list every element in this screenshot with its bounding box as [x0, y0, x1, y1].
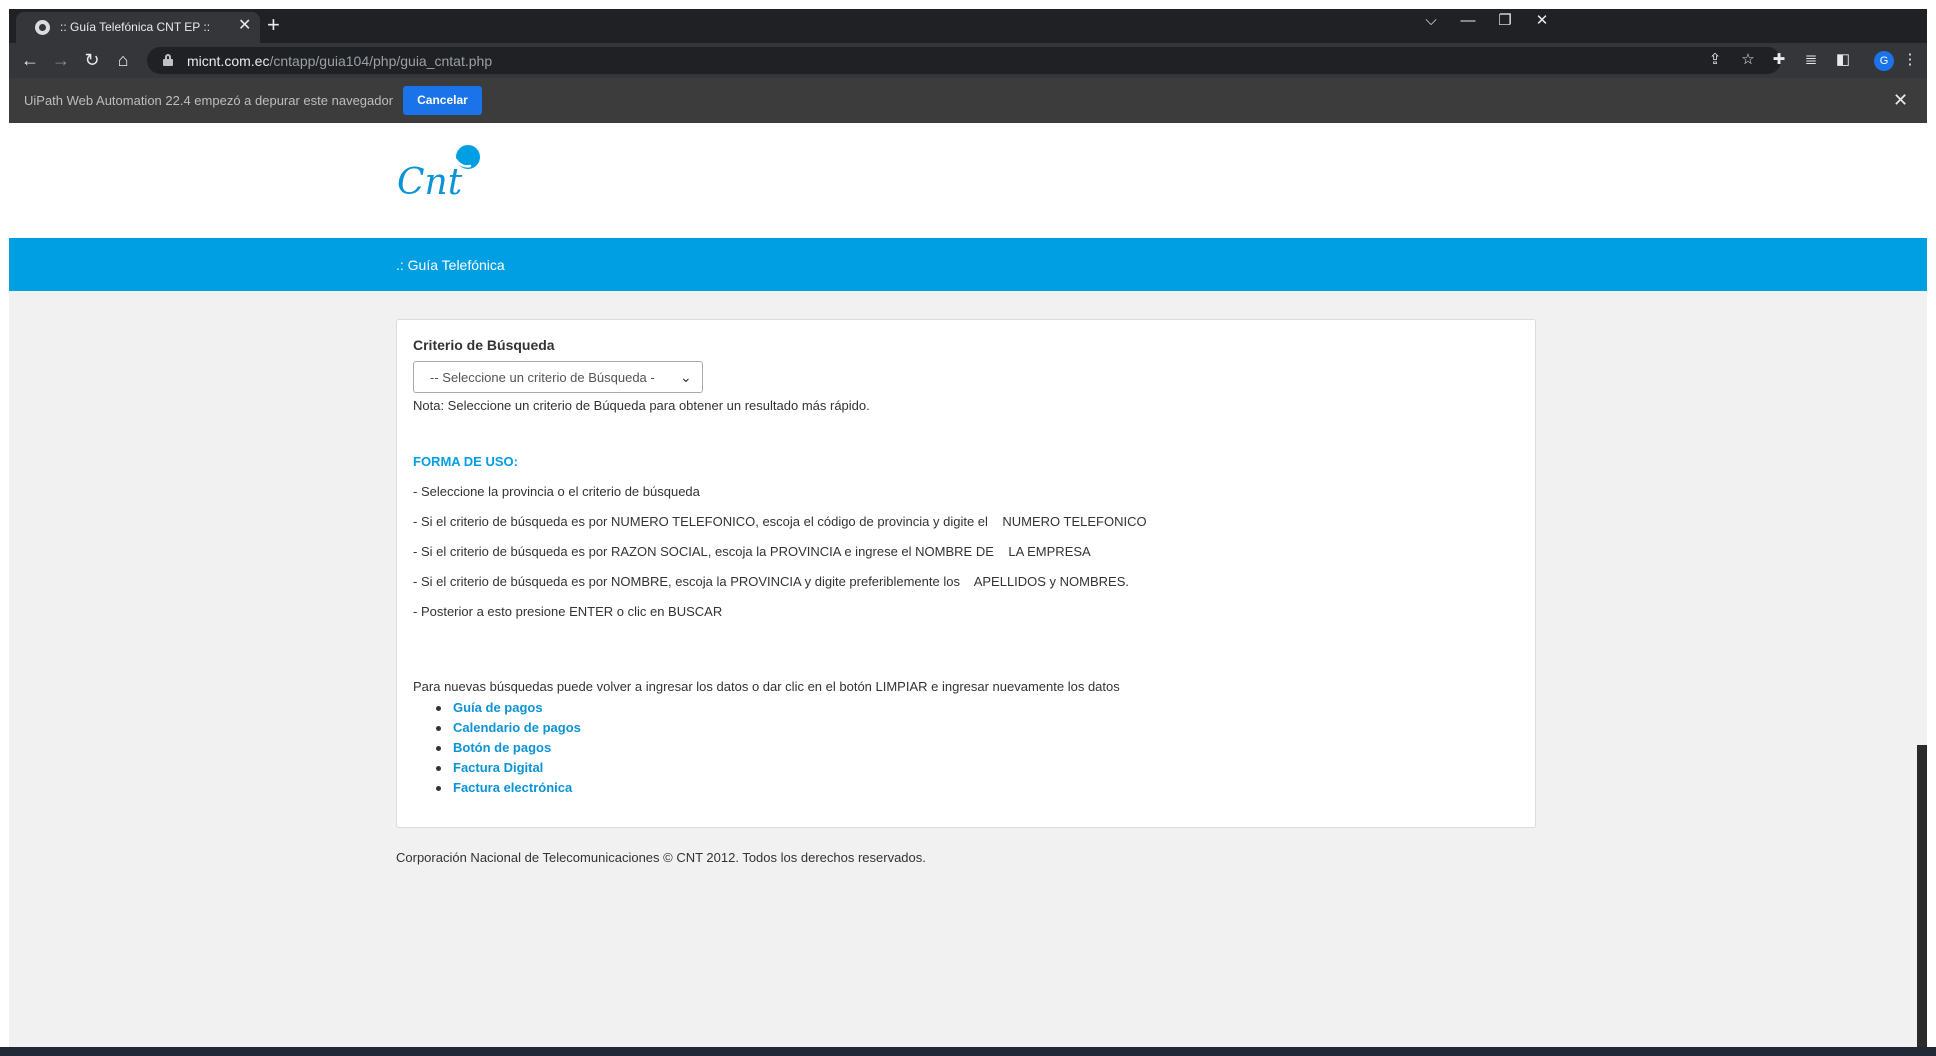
globe-icon	[35, 20, 50, 35]
new-tab-button[interactable]: +	[267, 12, 280, 38]
lock-icon[interactable]	[163, 54, 173, 66]
url-host: micnt.com.ec	[187, 53, 270, 69]
bookmark-star-icon[interactable]: ☆	[1737, 50, 1759, 70]
page-footer: Corporación Nacional de Telecomunicacion…	[396, 850, 926, 865]
link-factura-electronica[interactable]: Factura electrónica	[453, 780, 572, 795]
page-content: Cnt .: Guía Telefónica Criterio de Búsqu…	[9, 123, 1927, 1047]
os-taskbar	[0, 1047, 1936, 1056]
infobar-message: UiPath Web Automation 22.4 empezó a depu…	[24, 93, 394, 108]
browser-toolbar: ← → ↻ ⌂ micnt.com.ec/cntapp/guia104/php/…	[9, 43, 1927, 78]
link-calendario-de-pagos[interactable]: Calendario de pagos	[453, 720, 581, 735]
home-icon[interactable]: ⌂	[111, 49, 135, 73]
cancel-button[interactable]: Cancelar	[403, 86, 482, 115]
automation-infobar: UiPath Web Automation 22.4 empezó a depu…	[9, 78, 1927, 123]
list-item: Guía de pagos	[413, 698, 581, 718]
site-header: Cnt	[9, 123, 1927, 238]
reload-icon[interactable]: ↻	[80, 49, 104, 73]
search-criteria-select[interactable]: -- Seleccione un criterio de Búsqueda - …	[413, 361, 703, 393]
tab-search-icon[interactable]: ⌵	[1416, 12, 1446, 30]
url-path: /cntapp/guia104/php/guia_cntat.php	[269, 53, 493, 69]
link-boton-de-pagos[interactable]: Botón de pagos	[453, 740, 551, 755]
new-search-text: Para nuevas búsquedas puede volver a ing…	[413, 679, 1120, 694]
forward-icon[interactable]: →	[49, 49, 73, 73]
search-note: Nota: Seleccione un criterio de Búqueda …	[413, 398, 870, 413]
list-item: Botón de pagos	[413, 738, 581, 758]
link-factura-digital[interactable]: Factura Digital	[453, 760, 543, 775]
title-bar: .: Guía Telefónica	[9, 238, 1927, 291]
logo-text: Cnt	[397, 162, 463, 202]
side-panel-icon[interactable]: ◧	[1832, 50, 1854, 70]
address-bar[interactable]: micnt.com.ec/cntapp/guia104/php/guia_cnt…	[147, 47, 1781, 74]
usage-line: - Seleccione la provincia o el criterio …	[413, 484, 700, 499]
restore-icon[interactable]: ❐	[1490, 12, 1520, 30]
search-criteria-label: Criterio de Búsqueda	[413, 337, 555, 353]
search-panel: Criterio de Búsqueda -- Seleccione un cr…	[396, 319, 1536, 828]
usage-line: - Si el criterio de búsqueda es por RAZO…	[413, 544, 1091, 559]
menu-kebab-icon[interactable]: ⋮	[1899, 50, 1921, 70]
usage-title: FORMA DE USO:	[413, 454, 518, 469]
link-guia-de-pagos[interactable]: Guía de pagos	[453, 700, 543, 715]
url-text[interactable]: micnt.com.ec/cntapp/guia104/php/guia_cnt…	[187, 53, 492, 69]
usage-line: - Si el criterio de búsqueda es por NOMB…	[413, 574, 1130, 589]
scrollbar[interactable]	[1917, 745, 1927, 1047]
select-value: -- Seleccione un criterio de Búsqueda -	[430, 370, 655, 385]
back-icon[interactable]: ←	[18, 49, 42, 73]
tab-title: :: Guía Telefónica CNT EP ::	[60, 20, 211, 34]
extensions-icon[interactable]: ✚	[1768, 50, 1790, 70]
profile-avatar[interactable]: G	[1874, 51, 1894, 71]
list-item: Factura Digital	[413, 758, 581, 778]
share-icon[interactable]: ⇪	[1704, 50, 1726, 70]
window-close-icon[interactable]: ✕	[1527, 12, 1557, 30]
usage-line: - Si el criterio de búsqueda es por NUME…	[413, 514, 1147, 529]
infobar-close-icon[interactable]: ✕	[1893, 91, 1908, 109]
usage-line: - Posterior a esto presione ENTER o clic…	[413, 604, 723, 619]
list-item: Calendario de pagos	[413, 718, 581, 738]
links-list: Guía de pagos Calendario de pagos Botón …	[413, 698, 581, 798]
list-item: Factura electrónica	[413, 778, 581, 798]
screen: :: Guía Telefónica CNT EP :: ✕ + ⌵ — ❐ ✕…	[0, 0, 1936, 1056]
browser-tab[interactable]: :: Guía Telefónica CNT EP :: ✕	[16, 12, 260, 43]
tab-close-icon[interactable]: ✕	[238, 17, 251, 35]
minimize-icon[interactable]: —	[1453, 12, 1483, 30]
reading-list-icon[interactable]: ≣	[1800, 50, 1822, 70]
browser-tab-strip: :: Guía Telefónica CNT EP :: ✕ + ⌵ — ❐ ✕	[9, 9, 1927, 43]
cnt-logo[interactable]: Cnt	[396, 142, 488, 202]
breadcrumb: .: Guía Telefónica	[396, 257, 505, 273]
chevron-down-icon: ⌄	[680, 369, 692, 385]
